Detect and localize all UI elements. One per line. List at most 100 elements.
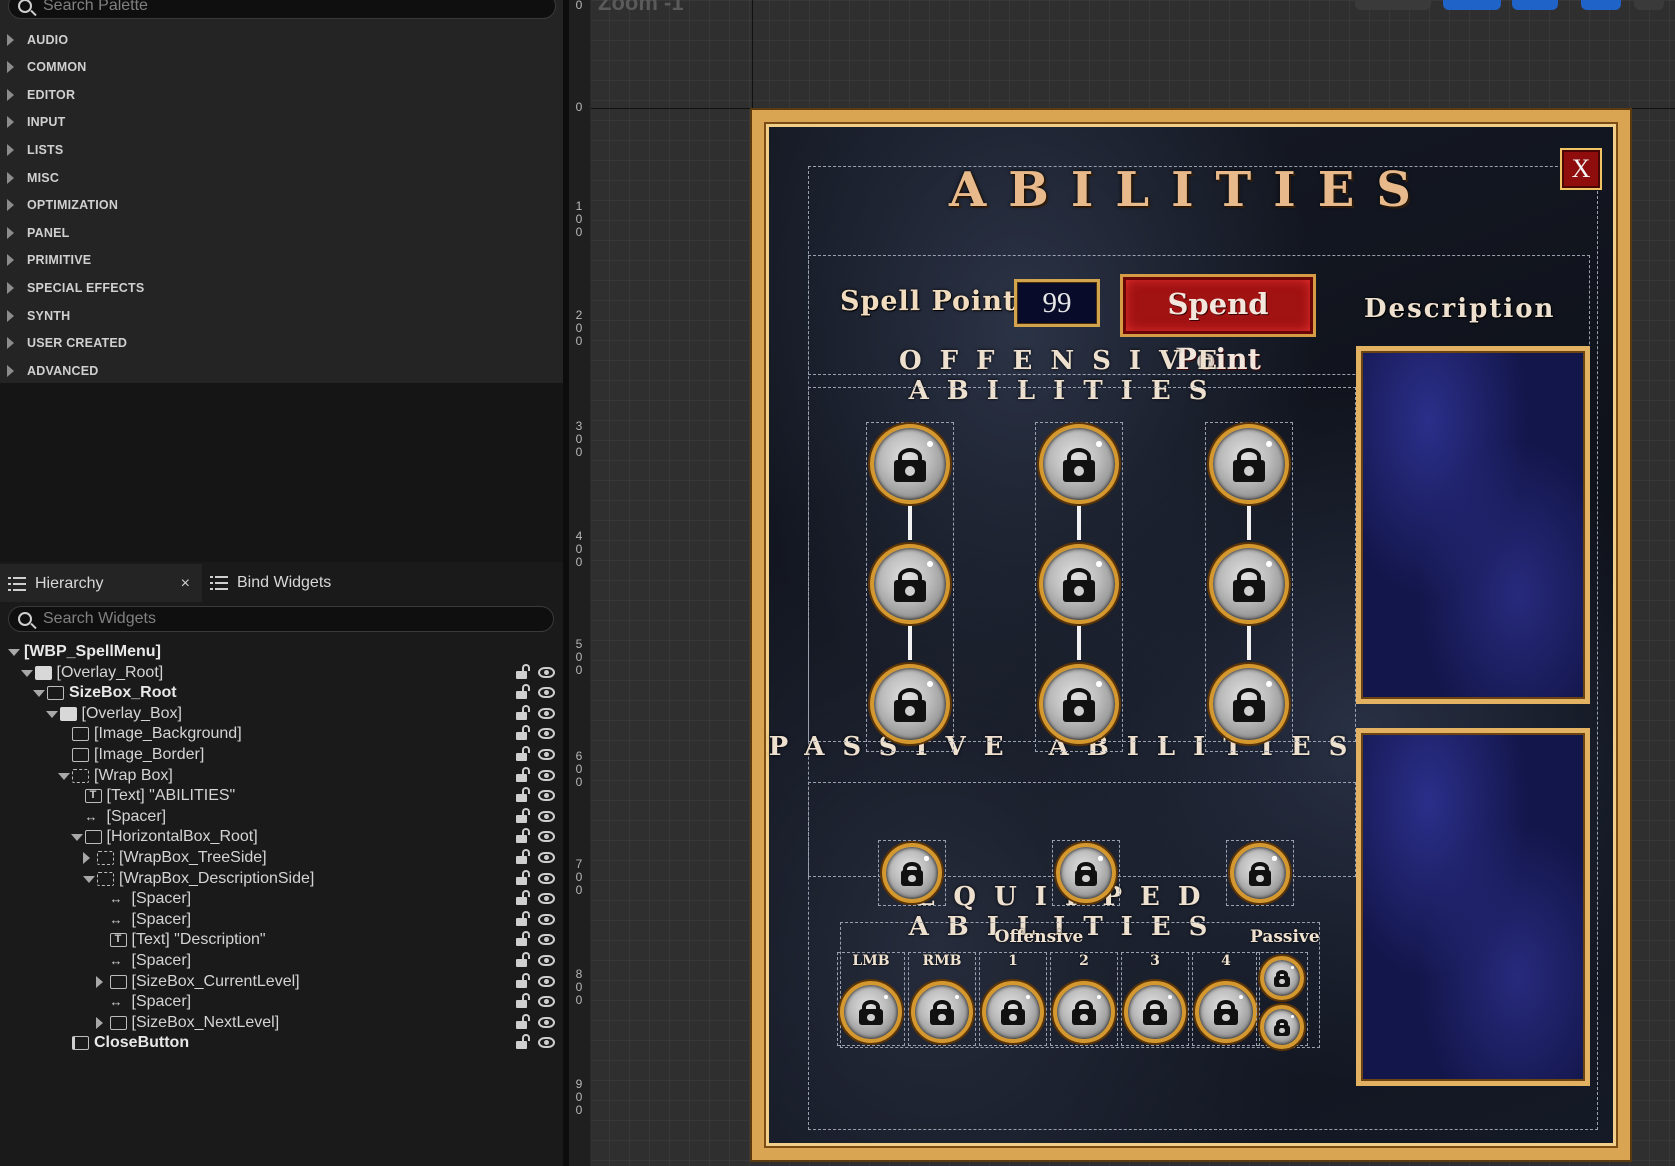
palette-category[interactable]: SPECIAL EFFECTS	[0, 274, 563, 301]
toolbar-grid-button[interactable]	[1581, 0, 1621, 10]
offensive-ability-slot[interactable]	[870, 424, 950, 504]
hierarchy-row[interactable]: ↔ [Spacer]	[0, 889, 563, 909]
offensive-ability-slot[interactable]	[1209, 664, 1289, 744]
hierarchy-row[interactable]: [Overlay_Root]	[0, 663, 563, 683]
equipped-offensive-slot[interactable]	[1195, 981, 1257, 1043]
hierarchy-row[interactable]: [WrapBox_TreeSide]	[0, 848, 563, 868]
palette-category[interactable]: COMMON	[0, 54, 563, 81]
offensive-ability-slot[interactable]	[870, 544, 950, 624]
lock-icon[interactable]	[516, 704, 530, 720]
lock-icon[interactable]	[516, 828, 530, 844]
visibility-eye-icon[interactable]	[538, 687, 555, 699]
equipped-offensive-slot[interactable]	[840, 981, 902, 1043]
collapse-arrow-icon[interactable]	[20, 669, 33, 677]
palette-category[interactable]: SYNTH	[0, 302, 563, 329]
hierarchy-row[interactable]: [Wrap Box]	[0, 766, 563, 786]
palette-category[interactable]: PRIMITIVE	[0, 247, 563, 274]
hierarchy-row[interactable]: T [Text] "Description"	[0, 930, 563, 950]
hierarchy-row[interactable]: [Overlay_Box]	[0, 704, 563, 724]
lock-icon[interactable]	[516, 910, 530, 926]
visibility-eye-icon[interactable]	[538, 913, 555, 925]
palette-category[interactable]: INPUT	[0, 109, 563, 136]
toolbar-blue-button[interactable]	[1512, 0, 1558, 10]
visibility-eye-icon[interactable]	[538, 831, 555, 843]
hierarchy-row[interactable]: T [Text] "ABILITIES"	[0, 786, 563, 806]
lock-icon[interactable]	[516, 663, 530, 679]
hierarchy-row[interactable]: ↔ [Spacer]	[0, 910, 563, 930]
hierarchy-row[interactable]: ↔ [Spacer]	[0, 807, 563, 827]
lock-icon[interactable]	[516, 807, 530, 823]
toolbar-screen-size-button[interactable]	[1355, 0, 1431, 10]
passive-ability-slot[interactable]	[1230, 843, 1290, 903]
visibility-eye-icon[interactable]	[538, 975, 555, 987]
palette-search-input[interactable]	[43, 0, 545, 18]
lock-icon[interactable]	[516, 725, 530, 741]
offensive-ability-slot[interactable]	[1039, 544, 1119, 624]
tab-hierarchy[interactable]: Hierarchy ×	[0, 564, 202, 602]
lock-icon[interactable]	[516, 931, 530, 947]
collapse-arrow-icon[interactable]	[58, 772, 70, 780]
visibility-eye-icon[interactable]	[538, 728, 555, 740]
lock-icon[interactable]	[516, 1013, 530, 1029]
hierarchy-row[interactable]: [WBP_SpellMenu]	[0, 642, 563, 662]
hierarchy-row[interactable]: ↔ [Spacer]	[0, 951, 563, 971]
collapse-arrow-icon[interactable]	[33, 690, 45, 698]
lock-icon[interactable]	[516, 746, 530, 761]
hierarchy-row[interactable]: [SizeBox_NextLevel]	[0, 1013, 563, 1033]
tab-bind-widgets[interactable]: Bind Widgets	[202, 564, 382, 602]
visibility-eye-icon[interactable]	[538, 810, 555, 822]
palette-category[interactable]: LISTS	[0, 136, 563, 163]
lock-icon[interactable]	[516, 952, 530, 967]
visibility-eye-icon[interactable]	[538, 955, 555, 966]
equipped-offensive-slot[interactable]	[982, 981, 1044, 1043]
palette-search-box[interactable]	[8, 0, 556, 19]
hierarchy-row[interactable]: CloseButton	[0, 1033, 563, 1053]
collapse-arrow-icon[interactable]	[8, 649, 20, 656]
hierarchy-row[interactable]: [WrapBox_DescriptionSide]	[0, 869, 563, 889]
collapse-arrow-icon[interactable]	[45, 710, 58, 718]
visibility-eye-icon[interactable]	[538, 872, 555, 884]
hierarchy-row[interactable]: [SizeBox_CurrentLevel]	[0, 972, 563, 992]
expand-arrow-icon[interactable]	[95, 975, 103, 988]
hierarchy-row[interactable]: [HorizontalBox_Root]	[0, 827, 563, 847]
visibility-eye-icon[interactable]	[538, 852, 555, 863]
lock-icon[interactable]	[516, 993, 530, 1009]
palette-category[interactable]: ADVANCED	[0, 357, 563, 384]
close-button[interactable]: X	[1560, 148, 1602, 190]
palette-category[interactable]: OPTIMIZATION	[0, 192, 563, 219]
visibility-eye-icon[interactable]	[538, 666, 555, 678]
offensive-ability-slot[interactable]	[1039, 664, 1119, 744]
lock-icon[interactable]	[516, 849, 530, 864]
visibility-eye-icon[interactable]	[538, 1016, 555, 1028]
lock-icon[interactable]	[516, 684, 530, 700]
collapse-arrow-icon[interactable]	[83, 875, 95, 883]
offensive-ability-slot[interactable]	[870, 664, 950, 744]
visibility-eye-icon[interactable]	[538, 749, 555, 760]
palette-category[interactable]: PANEL	[0, 219, 563, 246]
visibility-eye-icon[interactable]	[538, 1037, 555, 1049]
toolbar-button[interactable]	[1634, 0, 1664, 10]
visibility-eye-icon[interactable]	[538, 996, 555, 1008]
close-tab-icon[interactable]: ×	[181, 575, 190, 593]
palette-category[interactable]: EDITOR	[0, 81, 563, 108]
spend-point-button[interactable]: Spend Point	[1120, 274, 1316, 376]
lock-icon[interactable]	[516, 787, 530, 803]
hierarchy-row[interactable]: [Image_Background]	[0, 724, 563, 744]
collapse-arrow-icon[interactable]	[70, 834, 83, 842]
visibility-eye-icon[interactable]	[538, 707, 555, 719]
toolbar-blue-button[interactable]	[1443, 0, 1501, 10]
equipped-offensive-slot[interactable]	[911, 981, 973, 1043]
expand-arrow-icon[interactable]	[83, 852, 90, 864]
hierarchy-search-input[interactable]	[43, 607, 543, 631]
equipped-offensive-slot[interactable]	[1124, 981, 1186, 1043]
palette-category[interactable]: AUDIO	[0, 26, 563, 53]
offensive-ability-slot[interactable]	[1039, 424, 1119, 504]
lock-icon[interactable]	[516, 972, 530, 988]
hierarchy-search-box[interactable]	[8, 606, 554, 632]
visibility-eye-icon[interactable]	[538, 769, 555, 781]
offensive-ability-slot[interactable]	[1209, 424, 1289, 504]
visibility-eye-icon[interactable]	[538, 893, 555, 905]
palette-category[interactable]: USER CREATED	[0, 330, 563, 357]
offensive-ability-slot[interactable]	[1209, 544, 1289, 624]
equipped-passive-slot[interactable]	[1260, 956, 1304, 1000]
